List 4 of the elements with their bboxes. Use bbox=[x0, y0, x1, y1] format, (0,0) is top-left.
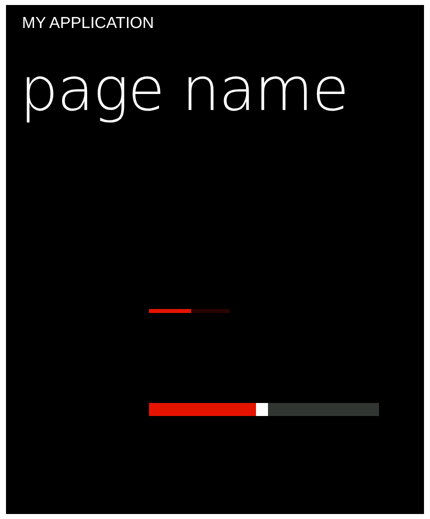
page-title: page name bbox=[20, 56, 350, 124]
app-title: MY APPLICATION bbox=[22, 14, 155, 34]
slider-thumb[interactable] bbox=[256, 403, 268, 416]
slider[interactable] bbox=[149, 403, 379, 416]
